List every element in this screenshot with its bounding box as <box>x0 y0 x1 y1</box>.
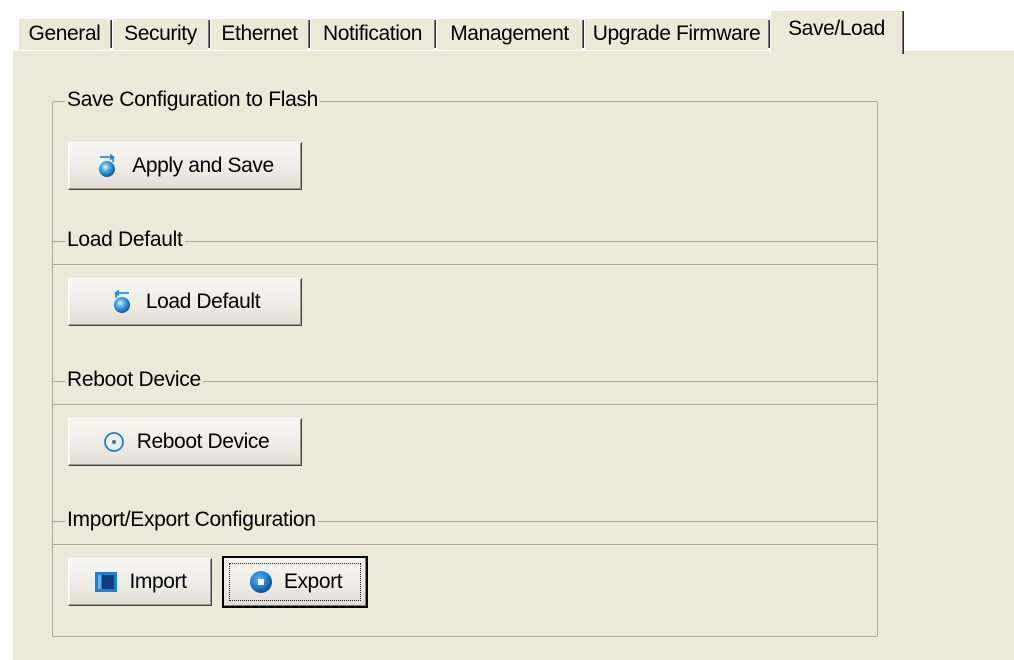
export-icon <box>248 569 274 595</box>
reboot-device-label: Reboot Device <box>136 430 270 453</box>
reboot-icon <box>101 429 127 455</box>
tab-security[interactable]: Security <box>112 18 210 52</box>
load-default-icon <box>110 289 136 315</box>
save-load-panel: Save Configuration to Flash Apply and Sa… <box>12 50 1014 660</box>
reboot-device-button[interactable]: Reboot Device <box>68 418 302 466</box>
tab-save-load[interactable]: Save/Load <box>770 10 904 54</box>
window-edge <box>0 0 8 660</box>
export-label: Export <box>283 570 343 593</box>
tab-notification[interactable]: Notification <box>310 18 436 52</box>
import-label: Import <box>129 570 187 593</box>
tab-general[interactable]: General <box>18 18 112 52</box>
tab-strip: General Security Ethernet Notification M… <box>0 0 1014 54</box>
import-icon <box>93 569 119 595</box>
save-configuration-group-title: Save Configuration to Flash <box>65 88 321 112</box>
apply-save-icon <box>96 153 122 179</box>
tab-upgrade-firmware[interactable]: Upgrade Firmware <box>584 18 770 52</box>
apply-and-save-label: Apply and Save <box>132 154 274 177</box>
tab-management[interactable]: Management <box>436 18 584 52</box>
export-button[interactable]: Export <box>222 556 368 608</box>
load-default-label: Load Default <box>145 290 261 313</box>
reboot-device-group-title: Reboot Device <box>65 368 203 392</box>
import-export-group-title: Import/Export Configuration <box>65 508 318 532</box>
apply-and-save-button[interactable]: Apply and Save <box>68 142 302 190</box>
import-button[interactable]: Import <box>68 558 212 606</box>
tab-ethernet[interactable]: Ethernet <box>210 18 310 52</box>
load-default-group-title: Load Default <box>65 228 185 252</box>
import-export-group: Import/Export Configuration Import Expor… <box>52 508 878 637</box>
load-default-button[interactable]: Load Default <box>68 278 302 326</box>
